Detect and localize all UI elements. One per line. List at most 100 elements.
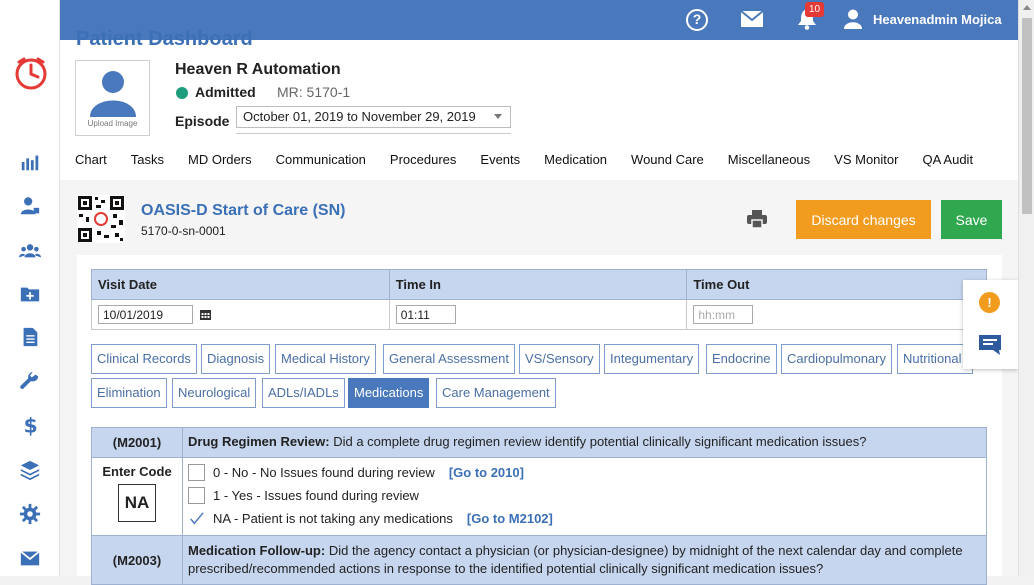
m2001-options: 0 - No - No Issues found during review [… xyxy=(182,457,987,536)
billing-dollar-icon[interactable]: $ xyxy=(18,413,42,437)
layers-icon[interactable] xyxy=(18,458,42,482)
enter-code-label: Enter Code xyxy=(102,464,172,479)
visit-date-header: Visit Date xyxy=(91,269,390,300)
chevron-down-icon xyxy=(494,114,502,119)
tab-care-management[interactable]: Care Management xyxy=(436,378,556,408)
medical-record-number: MR: 5170-1 xyxy=(277,84,351,100)
option-1-checkbox[interactable] xyxy=(188,487,205,504)
visit-info-table: Visit Date Time In Time Out 10/01/2019 0… xyxy=(91,269,987,330)
discard-changes-button[interactable]: Discard changes xyxy=(796,200,931,239)
tab-communication[interactable]: Communication xyxy=(276,152,366,167)
patient-avatar-icon xyxy=(90,71,136,117)
m2003-question: Medication Follow-up: Did the agency con… xyxy=(182,535,987,585)
tab-medications[interactable]: Medications xyxy=(348,378,430,408)
tab-cardiopulmonary[interactable]: Cardiopulmonary xyxy=(781,344,892,374)
tab-md-orders[interactable]: MD Orders xyxy=(188,152,252,167)
option-1-label: 1 - Yes - Issues found during review xyxy=(213,488,419,503)
m2001-question-title: Drug Regimen Review: xyxy=(188,434,330,449)
form-code: 5170-0-sn-0001 xyxy=(141,224,226,238)
notification-count-badge: 10 xyxy=(805,2,824,17)
episode-select[interactable]: October 01, 2019 to November 29, 2019 xyxy=(236,106,511,128)
episode-label: Episode xyxy=(175,113,230,129)
m2001-code-input[interactable]: NA xyxy=(118,484,156,522)
patient-name: Heaven R Automation xyxy=(175,61,341,78)
wrench-icon[interactable] xyxy=(18,370,42,394)
page-scrollbar[interactable] xyxy=(1018,0,1034,576)
print-icon[interactable] xyxy=(747,210,767,228)
tab-integumentary[interactable]: Integumentary xyxy=(604,344,700,374)
tab-nutritional[interactable]: Nutritional xyxy=(897,344,973,374)
m2003-code: (M2003) xyxy=(91,535,183,585)
tab-elimination[interactable]: Elimination xyxy=(91,378,167,408)
tab-adls-iadls[interactable]: ADLs/IADLs xyxy=(262,378,345,408)
option-2-label: NA - Patient is not taking any medicatio… xyxy=(213,511,453,526)
folder-add-icon[interactable] xyxy=(18,282,42,306)
svg-text:$: $ xyxy=(24,414,38,436)
tab-procedures[interactable]: Procedures xyxy=(390,152,456,167)
user-avatar-icon[interactable] xyxy=(844,9,862,29)
visit-date-cell: 10/01/2019 xyxy=(91,299,390,330)
save-button[interactable]: Save xyxy=(941,200,1002,239)
patient-photo-upload[interactable]: Upload Image xyxy=(75,60,150,136)
m2001-question-text: Did a complete drug regimen review ident… xyxy=(329,434,867,449)
users-group-icon[interactable] xyxy=(18,239,42,263)
tab-endocrine[interactable]: Endocrine xyxy=(706,344,777,374)
divider xyxy=(236,133,511,134)
option-2-goto-link[interactable]: [Go to M2102] xyxy=(467,511,553,526)
chat-icon[interactable] xyxy=(979,335,1001,355)
checkmark-icon xyxy=(190,512,204,525)
tab-tasks[interactable]: Tasks xyxy=(131,152,164,167)
tab-vs-sensory[interactable]: VS/Sensory xyxy=(519,344,600,374)
medications-table: (M2001) Drug Regimen Review: Did a compl… xyxy=(91,427,987,585)
document-icon[interactable] xyxy=(18,325,42,349)
status-dot-icon xyxy=(176,87,188,99)
admission-status: Admitted xyxy=(195,84,256,100)
m2001-option-1: 1 - Yes - Issues found during review xyxy=(183,484,986,507)
option-0-checkbox[interactable] xyxy=(188,464,205,481)
m2001-enter-code-cell: Enter Code NA xyxy=(91,457,183,536)
option-2-checkbox[interactable] xyxy=(188,510,205,527)
scrollbar-thumb[interactable] xyxy=(1022,18,1032,214)
patient-header: Patient Dashboard Upload Image Heaven R … xyxy=(60,28,1018,180)
time-in-input[interactable]: 01:11 xyxy=(395,305,456,324)
oasis-form-card: OASIS-D Start of Care (SN) 5170-0-sn-000… xyxy=(60,180,1018,585)
tab-chart[interactable]: Chart xyxy=(75,152,107,167)
m2003-question-title: Medication Follow-up: xyxy=(188,543,326,558)
tab-events[interactable]: Events xyxy=(480,152,520,167)
option-0-goto-link[interactable]: [Go to 2010] xyxy=(449,465,524,480)
mail-icon[interactable] xyxy=(18,546,42,570)
m2001-option-2: NA - Patient is not taking any medicatio… xyxy=(183,507,986,530)
tab-miscellaneous[interactable]: Miscellaneous xyxy=(728,152,810,167)
calendar-icon[interactable] xyxy=(199,309,211,320)
tab-vs-monitor[interactable]: VS Monitor xyxy=(834,152,898,167)
alert-exclamation-icon[interactable]: ! xyxy=(979,292,1000,313)
time-out-header: Time Out xyxy=(686,269,987,300)
help-icon[interactable]: ? xyxy=(686,9,708,31)
tab-wound-care[interactable]: Wound Care xyxy=(631,152,704,167)
user-name[interactable]: Heavenadmin Mojica xyxy=(873,12,1002,27)
m2001-question: Drug Regimen Review: Did a complete drug… xyxy=(182,427,987,458)
settings-gear-icon[interactable] xyxy=(18,502,42,526)
form-body: Visit Date Time In Time Out 10/01/2019 0… xyxy=(77,255,1002,585)
app-logo-icon[interactable] xyxy=(13,55,49,91)
tab-clinical-records[interactable]: Clinical Records xyxy=(91,344,197,374)
floating-action-panel: ! xyxy=(963,280,1018,369)
visit-date-input[interactable]: 10/01/2019 xyxy=(98,305,193,324)
time-out-cell: hh:mm xyxy=(686,299,987,330)
m2001-option-0: 0 - No - No Issues found during review [… xyxy=(183,461,986,484)
patient-user-icon[interactable] xyxy=(18,194,42,218)
option-0-label: 0 - No - No Issues found during review xyxy=(213,465,435,480)
tab-qa-audit[interactable]: QA Audit xyxy=(922,152,973,167)
patient-nav-tabs: Chart Tasks MD Orders Communication Proc… xyxy=(75,152,997,167)
scroll-up-arrow-icon[interactable] xyxy=(1023,5,1031,10)
tab-diagnosis[interactable]: Diagnosis xyxy=(201,344,271,374)
tab-medical-history[interactable]: Medical History xyxy=(275,344,376,374)
qr-code-icon xyxy=(77,195,125,243)
tab-medication[interactable]: Medication xyxy=(544,152,607,167)
tab-neurological[interactable]: Neurological xyxy=(172,378,257,408)
dashboard-chart-icon[interactable] xyxy=(18,150,42,174)
tab-general-assessment[interactable]: General Assessment xyxy=(383,344,515,374)
time-out-input[interactable]: hh:mm xyxy=(693,305,754,324)
messages-mail-icon[interactable] xyxy=(741,11,763,27)
left-sidebar: $ xyxy=(0,0,60,576)
